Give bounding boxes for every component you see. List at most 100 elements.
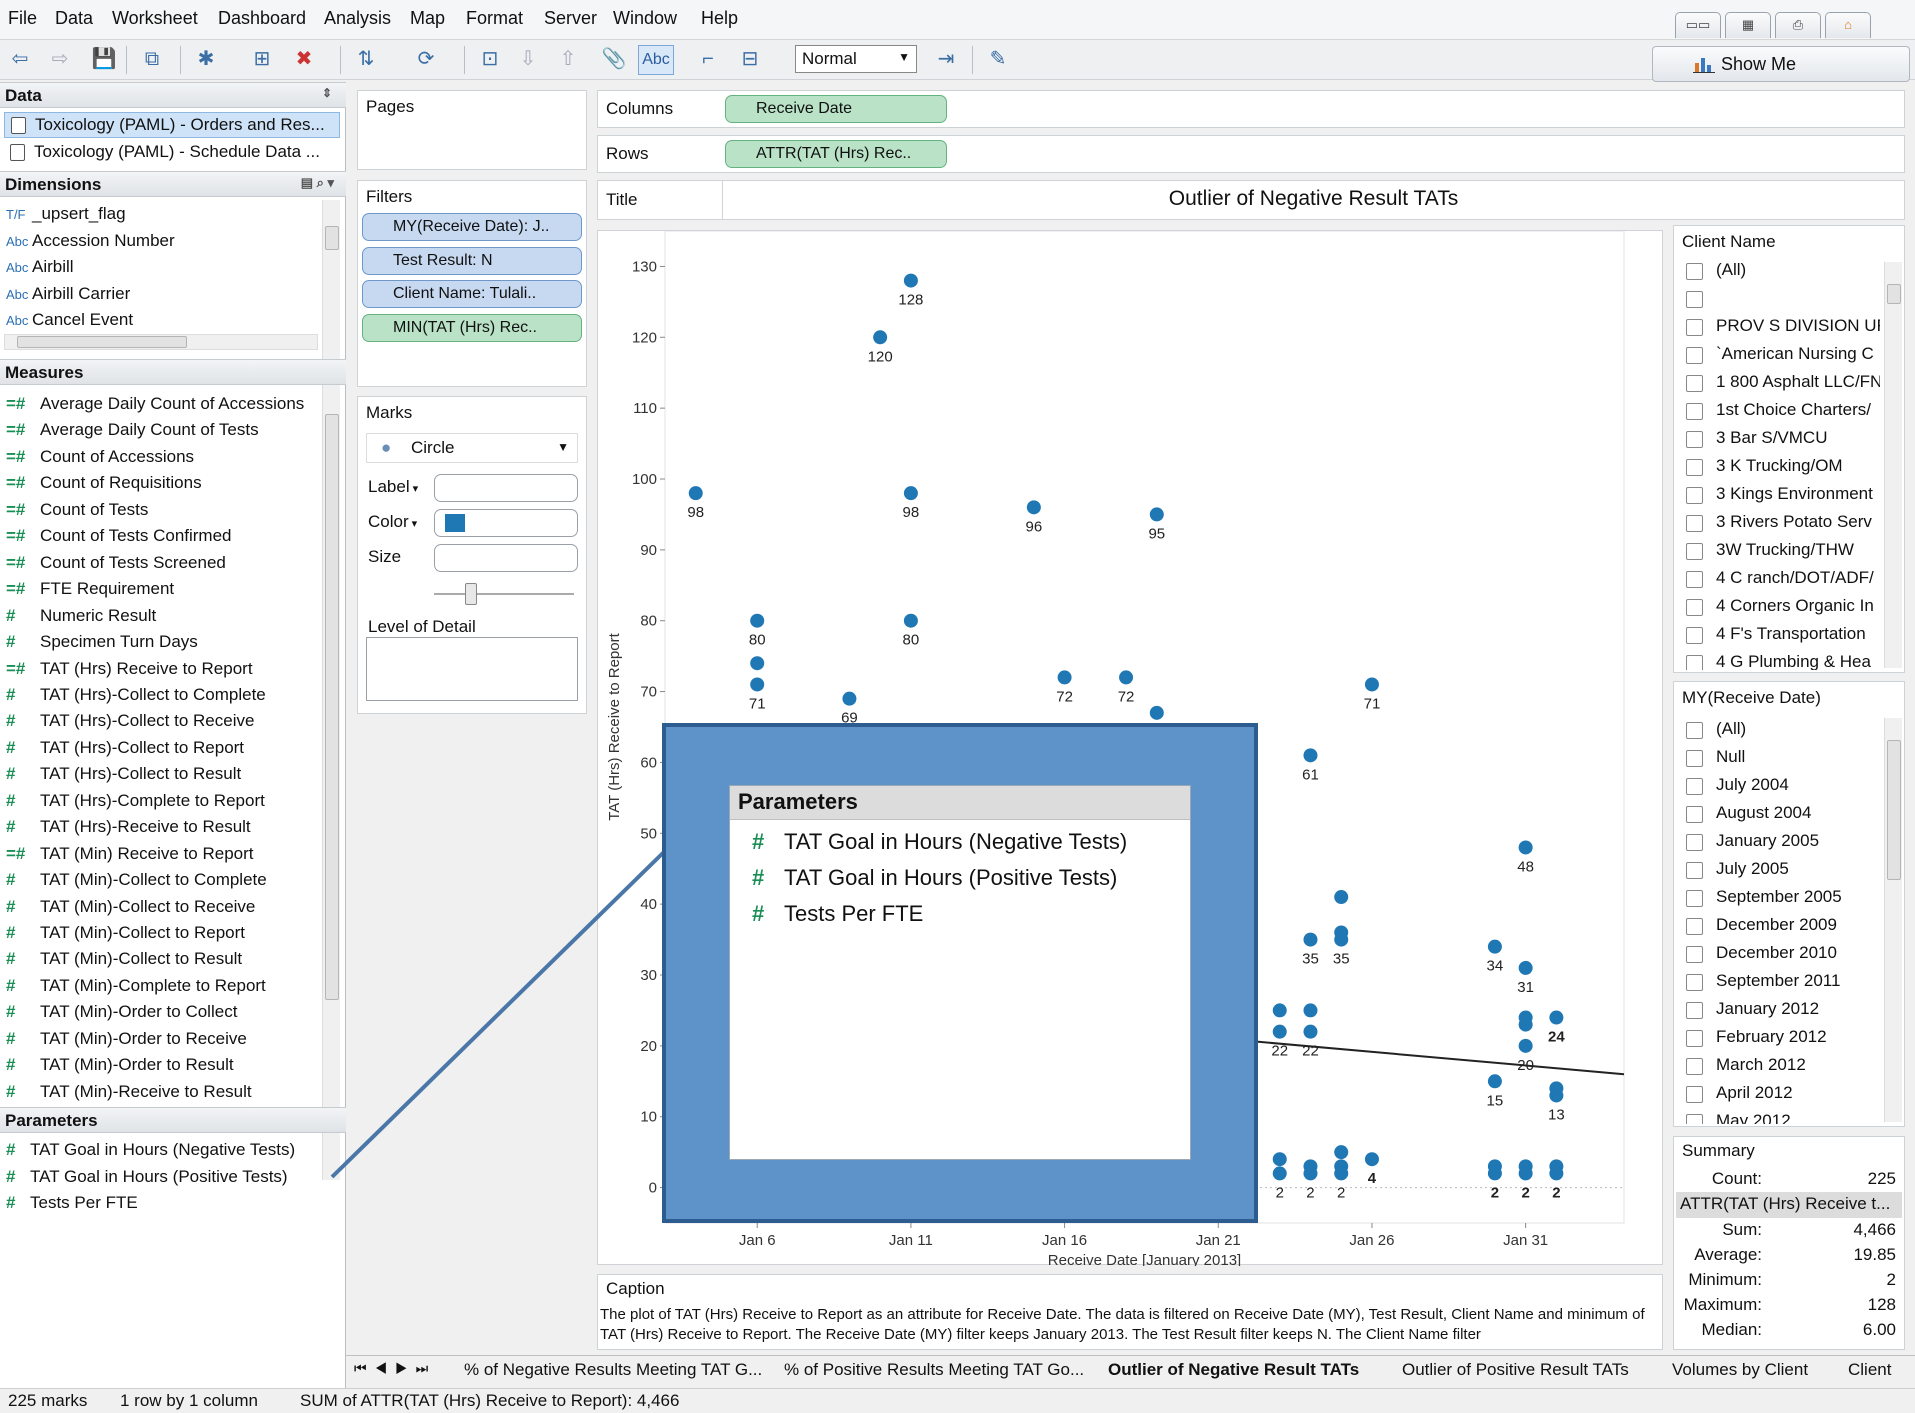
measure-item[interactable]: # TAT (Min)-Complete to Report [6,976,266,1000]
filter-option[interactable]: April 2012 [1686,1083,1793,1109]
forward-icon[interactable]: ⇨ [44,44,76,74]
present-icon[interactable]: ⎙ [1775,12,1821,38]
columns-pill[interactable]: Receive Date [725,95,947,123]
summary-field[interactable]: ATTR(TAT (Hrs) Receive t... [1676,1192,1902,1218]
measure-item[interactable]: # TAT (Min)-Collect to Receive [6,897,255,921]
measure-item[interactable]: # Numeric Result [6,606,156,630]
checkbox[interactable] [1686,1114,1703,1124]
checkbox[interactable] [1686,599,1703,616]
checkbox[interactable] [1686,515,1703,532]
filter-option[interactable]: 4 F's Transportation [1686,624,1866,650]
measure-item[interactable]: =# Count of Tests [6,500,148,524]
checkbox[interactable] [1686,946,1703,963]
measure-item[interactable]: # TAT (Min)-Order to Collect [6,1002,237,1026]
checkbox[interactable] [1686,974,1703,991]
group-icon[interactable]: ⊟ [734,44,766,74]
filter-option[interactable]: 3W Trucking/THW [1686,540,1854,566]
filter-option[interactable]: 4 Corners Organic In [1686,596,1874,622]
tab-outlier-negative[interactable]: Outlier of Negative Result TATs [1108,1360,1359,1380]
tab-nav-icon[interactable]: ⏮◀▶⏭ [354,1360,436,1377]
measure-item[interactable]: # TAT (Hrs)-Collect to Result [6,764,241,788]
measures-scrollbar[interactable] [322,388,340,1180]
measure-item[interactable]: # TAT (Hrs)-Collect to Complete [6,685,266,709]
show-me-button[interactable]: Show Me [1652,46,1910,82]
attach-icon[interactable]: 📎 [598,44,630,74]
save-icon[interactable]: 💾 [88,44,120,74]
checkbox[interactable] [1686,431,1703,448]
filter-option[interactable]: July 2005 [1686,859,1789,885]
measure-item[interactable]: # TAT (Hrs)-Complete to Report [6,791,265,815]
checkbox[interactable] [1686,862,1703,879]
measure-item[interactable]: # TAT (Hrs)-Collect to Report [6,738,244,762]
checkbox[interactable] [1686,487,1703,504]
dimension-item[interactable]: Abc Airbill Carrier [6,284,130,308]
measure-item[interactable]: =# Count of Tests Confirmed [6,526,232,550]
measure-item[interactable]: =# TAT (Hrs) Receive to Report [6,659,253,683]
menu-file[interactable]: File [8,8,37,29]
popup-param-tests-per-fte[interactable]: # Tests Per FTE [752,901,923,927]
checkbox[interactable] [1686,655,1703,670]
dimensions-hscrollbar[interactable] [4,334,318,350]
measure-item[interactable]: =# Average Daily Count of Tests [6,420,259,444]
menu-worksheet[interactable]: Worksheet [112,8,198,29]
measure-item[interactable]: =# FTE Requirement [6,579,174,603]
filter-option[interactable]: PROV S DIVISION UR [1686,316,1880,342]
new-datasource-icon[interactable]: ⧉ [136,44,168,74]
menu-help[interactable]: Help [701,8,738,29]
label-button[interactable]: Label ▾ [368,477,418,497]
clear-sheet-icon[interactable]: ✖ [288,44,320,74]
filter-pill-client-name[interactable]: Client Name: Tulali.. [362,280,582,308]
checkbox[interactable] [1686,806,1703,823]
tab-volumes-by-client[interactable]: Volumes by Client [1672,1360,1808,1380]
filter-option[interactable]: 3 Kings Environment [1686,484,1873,510]
filter-option[interactable]: (All) [1686,260,1746,286]
pages-shelf[interactable]: Pages [357,90,587,170]
measure-item[interactable]: =# Count of Accessions [6,447,194,471]
checkbox[interactable] [1686,890,1703,907]
filter-option[interactable]: 3 K Trucking/OM [1686,456,1843,482]
fit-icon[interactable]: ⊡ [474,44,506,74]
checkbox[interactable] [1686,375,1703,392]
filter-option[interactable]: May 2012 [1686,1111,1791,1124]
measure-item[interactable]: # Specimen Turn Days [6,632,198,656]
dimension-item[interactable]: Abc Cancel Event [6,310,133,334]
menu-map[interactable]: Map [410,8,445,29]
filter-option[interactable]: 4 G Plumbing & Hea [1686,652,1871,670]
label-field[interactable] [434,474,578,502]
dimension-item[interactable]: T/F _upsert_flag [6,204,126,228]
measure-item[interactable]: =# TAT (Min) Receive to Report [6,844,254,868]
filter-option[interactable]: 1st Choice Charters/ [1686,400,1871,426]
filter-option[interactable]: July 2004 [1686,775,1789,801]
checkbox[interactable] [1686,347,1703,364]
checkbox[interactable] [1686,1086,1703,1103]
size-field[interactable] [434,544,578,572]
filter-option[interactable]: January 2012 [1686,999,1819,1025]
color-button[interactable]: Color ▾ [368,512,417,532]
checkbox[interactable] [1686,403,1703,420]
filter-option[interactable]: 3 Bar S/VMCU [1686,428,1827,454]
checkbox[interactable] [1686,750,1703,767]
checkbox[interactable] [1686,1002,1703,1019]
menu-data[interactable]: Data [55,8,93,29]
sort-desc-icon[interactable]: ⇧ [552,44,584,74]
tab-neg-tat-goal[interactable]: % of Negative Results Meeting TAT G... [464,1360,762,1380]
client-filter-scrollbar[interactable] [1884,262,1902,668]
filter-option[interactable]: September 2011 [1686,971,1840,997]
presentation-icon[interactable]: ⌐ [692,44,724,74]
checkbox[interactable] [1686,571,1703,588]
mark-type-dropdown[interactable]: ● Circle ▼ [366,433,578,463]
grid-view-icon[interactable]: ▦ [1725,12,1771,38]
filmstrip-icon[interactable]: ▭▭ [1675,12,1721,38]
checkbox[interactable] [1686,722,1703,739]
measure-item[interactable]: =# Average Daily Count of Accessions [6,394,304,418]
columns-shelf[interactable]: Columns Receive Date [597,90,1905,128]
home-icon[interactable]: ⌂ [1825,12,1871,38]
filter-option[interactable]: (All) [1686,719,1746,745]
swap-icon[interactable]: ⇅ [350,44,382,74]
refresh-icon[interactable]: ⟳ [410,44,442,74]
sort-asc-icon[interactable]: ⇩ [512,44,544,74]
filter-pill-receive-date[interactable]: MY(Receive Date): J.. [362,213,582,241]
tab-pos-tat-goal[interactable]: % of Positive Results Meeting TAT Go... [784,1360,1084,1380]
filter-option[interactable]: Null [1686,747,1745,773]
measure-item[interactable]: # TAT (Min)-Receive to Result [6,1082,252,1106]
